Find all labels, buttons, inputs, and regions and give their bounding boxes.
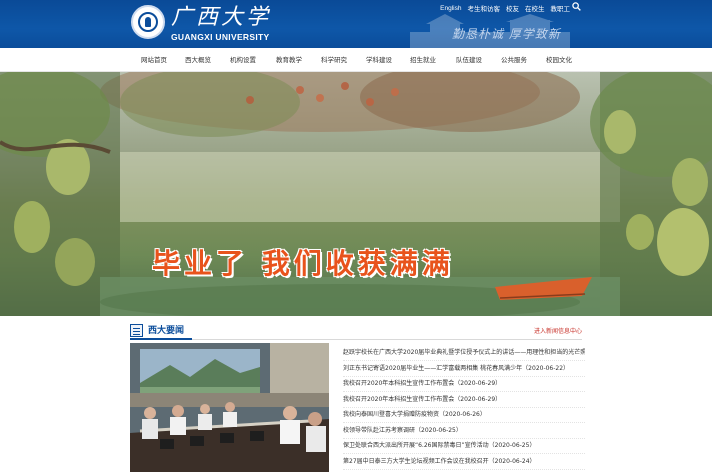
news-featured-photo[interactable]: [130, 343, 329, 472]
nav-item-services[interactable]: 公共服务: [501, 48, 527, 72]
news-item[interactable]: 校领导带队赴江苏考察调研（2020-06-25）: [343, 423, 585, 439]
nav-item-home[interactable]: 网站首页: [141, 48, 167, 72]
newspaper-icon: [130, 324, 143, 337]
logo-chinese-name[interactable]: 广西大学: [171, 4, 268, 32]
news-item[interactable]: 刘正东书记寄语2020届毕业生——汇学富载两相集 桃花春风满少年（2020-06…: [343, 361, 585, 377]
top-links: English 考生和访客 校友 在校生 教职工: [440, 3, 571, 14]
top-link-alumni[interactable]: 校友: [506, 3, 519, 13]
page: 广西大学 GUANGXI UNIVERSITY 勤恳朴诚 厚学致新 Englis…: [0, 0, 712, 472]
nav-item-disciplines[interactable]: 学科建设: [366, 48, 392, 72]
news-item[interactable]: 保卫处联合西大派出所开展“6.26国际禁毒日”宣传活动（2020-06-25）: [343, 438, 585, 454]
nav-item-faculty[interactable]: 队伍建设: [456, 48, 482, 72]
nav-item-education[interactable]: 教育教学: [276, 48, 302, 72]
nav-item-overview[interactable]: 西大概览: [185, 48, 211, 72]
news-item[interactable]: 我校向泰国川登喜大学捐赠防疫物资（2020-06-26）: [343, 407, 585, 423]
nav-item-organization[interactable]: 机构设置: [230, 48, 256, 72]
top-link-english[interactable]: English: [440, 5, 461, 12]
news-item[interactable]: 第27届中日泰三方大学生论坛视频工作会议在我校召开（2020-06-24）: [343, 454, 585, 470]
news-item[interactable]: 我校召开2020年本科招生宣传工作布置会（2020-06-29）: [343, 392, 585, 408]
top-link-visitors[interactable]: 考生和访客: [468, 3, 501, 13]
news-item[interactable]: 赵跃宇校长在广西大学2020届毕业典礼暨学位授予仪式上的讲话——用理性和担当的光…: [343, 345, 585, 361]
top-link-staff[interactable]: 教职工: [551, 3, 571, 13]
logo-english-name[interactable]: GUANGXI UNIVERSITY: [171, 32, 269, 42]
search-icon[interactable]: [572, 2, 581, 11]
hero-banner[interactable]: 毕业了 我们收获满满: [0, 72, 712, 316]
meeting-room-photo: [130, 343, 329, 472]
university-motto: 勤恳朴诚 厚学致新: [452, 27, 561, 41]
news-more-link[interactable]: 进入新闻信息中心: [534, 326, 582, 335]
main-navigation: 网站首页 西大概览 机构设置 教育教学 科学研究 学科建设 招生就业 队伍建设 …: [0, 48, 712, 72]
news-item[interactable]: 我校召开2020年本科招生宣传工作布置会（2020-06-29）: [343, 376, 585, 392]
university-seal-logo[interactable]: [131, 5, 165, 39]
news-section-title[interactable]: 西大要闻: [148, 323, 184, 336]
news-section-header: 西大要闻 进入新闻信息中心: [130, 322, 582, 340]
banner-title: 毕业了 我们收获满满: [152, 247, 454, 280]
site-header: 广西大学 GUANGXI UNIVERSITY 勤恳朴诚 厚学致新 Englis…: [0, 0, 712, 48]
nav-item-admissions[interactable]: 招生就业: [410, 48, 436, 72]
top-link-students[interactable]: 在校生: [525, 3, 545, 13]
news-title-underline: [130, 338, 192, 340]
nav-item-research[interactable]: 科学研究: [321, 48, 347, 72]
nav-item-campus-culture[interactable]: 校园文化: [546, 48, 572, 72]
